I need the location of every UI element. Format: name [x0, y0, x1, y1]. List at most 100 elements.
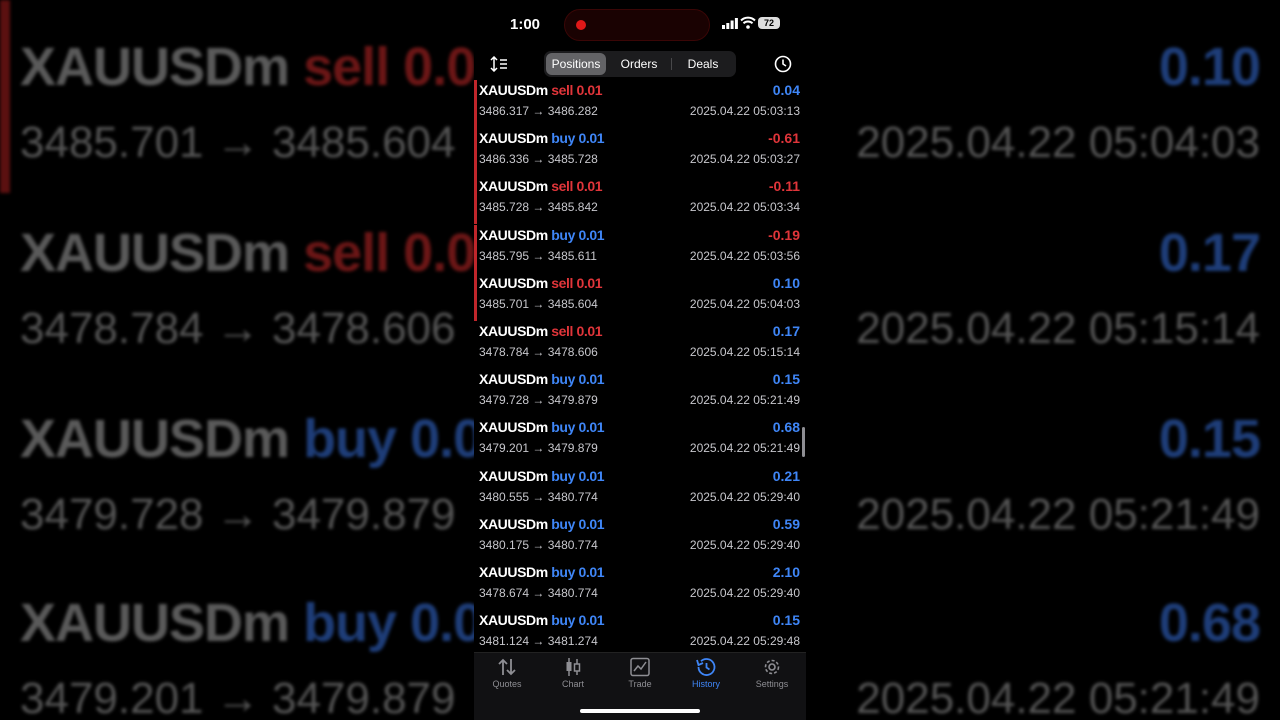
deal-profit: 0.10	[772, 274, 800, 291]
history-segmented-control: Positions Orders Deals	[544, 51, 736, 77]
deal-open-price: 3479.728	[479, 393, 530, 408]
deal-title: XAUUSDm buy 0.01	[479, 564, 605, 580]
background-deal-title: XAUUSDm buy 0.01	[20, 593, 512, 653]
deal-side: buy	[551, 419, 575, 436]
deal-profit: -0.19	[768, 226, 800, 243]
nav-history[interactable]: History	[673, 657, 739, 689]
deal-marker	[474, 128, 477, 177]
background-profit: 0.68	[1158, 593, 1261, 653]
deal-time: 2025.04.22 05:03:13	[689, 104, 800, 118]
nav-settings[interactable]: Settings	[739, 657, 805, 689]
nav-trade[interactable]: Trade	[607, 657, 673, 689]
deal-row[interactable]: XAUUSDm sell 0.01 3485.728 → 3485.842 -0.1…	[474, 176, 806, 225]
sort-icon[interactable]	[490, 56, 508, 72]
background-deal-prices: 3485.701 → 3485.604	[20, 118, 456, 167]
deal-side: sell	[551, 274, 574, 291]
candlestick-icon	[566, 658, 581, 676]
home-indicator[interactable]	[580, 709, 700, 713]
battery-icon: 72	[758, 17, 780, 29]
deal-title: XAUUSDm buy 0.01	[479, 130, 605, 147]
deal-row[interactable]: XAUUSDm buy 0.01 3481.124 → 3481.274 0.15 2…	[474, 610, 806, 652]
status-bar: 1:00 72	[474, 0, 806, 50]
deal-row[interactable]: XAUUSDm sell 0.01 3485.701 → 3485.604 0.10…	[474, 272, 806, 321]
quotes-icon	[498, 658, 516, 676]
deal-close-price: 3486.282	[547, 104, 598, 118]
background-time: 2025.04.22 05:21:49	[856, 674, 1260, 720]
deal-open-price: 3481.124	[479, 634, 530, 649]
deal-side: sell	[551, 178, 574, 195]
deal-symbol: XAUUSDm	[479, 82, 548, 98]
deal-side: buy	[551, 226, 575, 243]
deal-close-price: 3480.774	[547, 537, 598, 552]
deal-volume: 0.01	[576, 82, 603, 98]
tab-positions[interactable]: Positions	[546, 53, 606, 75]
deal-row[interactable]: XAUUSDm buy 0.01 3479.201 → 3479.879 0.68 2…	[474, 417, 806, 465]
deal-title: XAUUSDm sell 0.01	[479, 274, 603, 291]
deal-time: 2025.04.22 05:21:49	[689, 393, 800, 408]
background-deal-prices: 3478.784 → 3478.606	[20, 304, 456, 353]
deal-row[interactable]: XAUUSDm sell 0.01 3478.784 → 3478.606 0.17…	[474, 321, 806, 369]
deal-volume: 0.01	[576, 178, 603, 195]
deal-volume: 0.01	[578, 371, 605, 388]
deal-side: sell	[551, 323, 574, 339]
clock-icon[interactable]	[774, 55, 792, 73]
deal-close-price: 3480.774	[547, 586, 598, 600]
deal-row[interactable]: XAUUSDm buy 0.01 3480.175 → 3480.774 0.59 2…	[474, 514, 806, 562]
background-time: 2025.04.22 05:21:49	[856, 490, 1260, 539]
deal-row[interactable]: XAUUSDm buy 0.01 3479.728 → 3479.879 0.15 2…	[474, 369, 806, 417]
deal-open-price: 3486.336	[479, 152, 530, 167]
deal-row[interactable]: XAUUSDm buy 0.01 3486.336 → 3485.728 -0.61…	[474, 128, 806, 177]
deal-title: XAUUSDm sell 0.01	[479, 178, 603, 195]
deal-close-price: 3478.606	[547, 345, 598, 359]
background-position-marker	[0, 0, 10, 193]
deal-volume: 0.01	[578, 467, 605, 484]
deal-profit: 2.10	[772, 564, 800, 580]
deal-volume: 0.01	[578, 564, 605, 580]
tab-deals[interactable]: Deals	[672, 53, 734, 75]
tab-orders[interactable]: Orders	[608, 53, 670, 75]
deal-side: buy	[551, 612, 575, 629]
bottom-tab-bar: Quotes Chart Trade History Settings	[474, 652, 806, 720]
deal-list[interactable]: XAUUSDm sell 0.01 3486.317 → 3486.282 0.04…	[474, 80, 806, 652]
deal-close-price: 3479.879	[547, 393, 598, 408]
deal-profit: 0.17	[772, 323, 800, 339]
nav-history-label: History	[691, 679, 720, 689]
background-deal-prices: 3479.728 → 3479.879	[20, 490, 456, 539]
deal-prices: 3485.728 → 3485.842	[479, 200, 598, 214]
scroll-indicator[interactable]	[802, 427, 805, 457]
nav-quotes[interactable]: Quotes	[474, 657, 540, 689]
background-deal-prices: 3479.201 → 3479.879	[20, 674, 456, 720]
nav-chart[interactable]: Chart	[540, 657, 606, 689]
deal-profit: -0.11	[768, 178, 800, 195]
deal-volume: 0.01	[578, 130, 605, 147]
deal-open-price: 3486.317	[479, 104, 530, 118]
deal-prices: 3479.201 → 3479.879	[479, 441, 598, 455]
deal-row[interactable]: XAUUSDm buy 0.01 3485.795 → 3485.611 -0.19…	[474, 224, 806, 273]
deal-open-price: 3485.701	[479, 296, 530, 311]
arrow-right-icon: →	[532, 152, 545, 167]
deal-time: 2025.04.22 05:03:27	[689, 152, 800, 167]
deal-row[interactable]: XAUUSDm sell 0.01 3486.317 → 3486.282 0.04…	[474, 80, 806, 128]
deal-profit: 0.21	[772, 467, 800, 484]
deal-side: buy	[551, 130, 575, 147]
deal-row[interactable]: XAUUSDm buy 0.01 3478.674 → 3480.774 2.10 2…	[474, 562, 806, 610]
background-profit: 0.17	[1158, 223, 1261, 283]
dynamic-island[interactable]	[564, 9, 710, 41]
deal-profit: 0.15	[772, 612, 800, 629]
deal-open-price: 3480.175	[479, 537, 530, 552]
deal-close-price: 3485.728	[547, 152, 598, 167]
deal-prices: 3480.175 → 3480.774	[479, 538, 598, 552]
deal-time: 2025.04.22 05:29:40	[689, 489, 800, 504]
arrow-right-icon: →	[532, 393, 545, 408]
deal-profit: 0.04	[772, 82, 800, 98]
deal-side: buy	[551, 515, 575, 532]
deal-row[interactable]: XAUUSDm buy 0.01 3480.555 → 3480.774 0.21 2…	[474, 466, 806, 514]
deal-marker	[474, 176, 477, 225]
arrow-right-icon: →	[532, 104, 545, 118]
deal-volume: 0.01	[578, 419, 605, 436]
deal-prices: 3486.336 → 3485.728	[479, 152, 598, 166]
deal-side: buy	[551, 564, 575, 580]
nav-trade-label: Trade	[628, 679, 652, 689]
deal-symbol: XAUUSDm	[479, 130, 548, 147]
deal-symbol: XAUUSDm	[479, 419, 548, 436]
